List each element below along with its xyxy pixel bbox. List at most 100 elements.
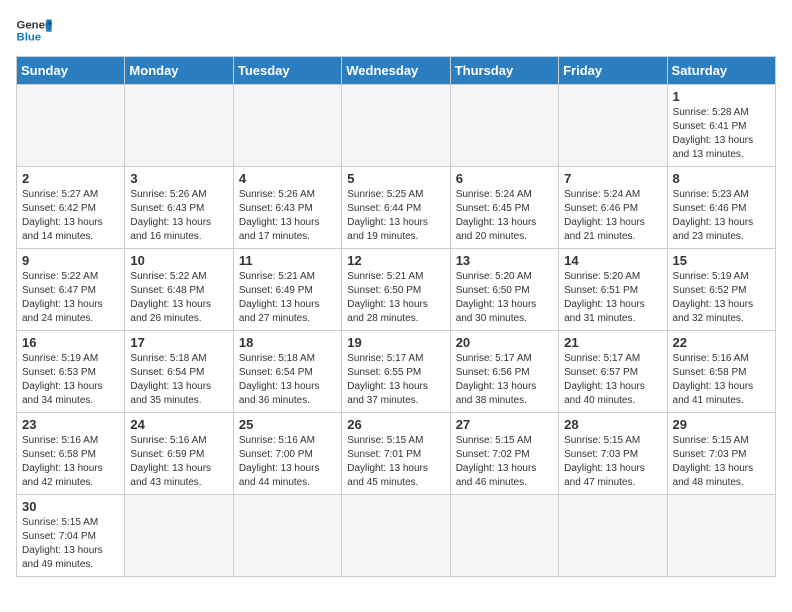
day-info: Sunrise: 5:15 AM Sunset: 7:01 PM Dayligh… [347, 434, 444, 490]
day-info: Sunrise: 5:24 AM Sunset: 6:46 PM Dayligh… [564, 188, 661, 244]
day-number: 26 [347, 417, 444, 432]
calendar-week-row: 2 Sunrise: 5:27 AM Sunset: 6:42 PM Daylig… [17, 167, 776, 249]
calendar-day-cell [125, 495, 233, 577]
day-number: 5 [347, 171, 444, 186]
calendar-day-cell: 21 Sunrise: 5:17 AM Sunset: 6:57 PM Dayli… [559, 331, 667, 413]
day-number: 17 [130, 335, 227, 350]
day-info: Sunrise: 5:26 AM Sunset: 6:43 PM Dayligh… [239, 188, 336, 244]
calendar-day-cell [17, 85, 125, 167]
day-info: Sunrise: 5:15 AM Sunset: 7:03 PM Dayligh… [564, 434, 661, 490]
day-info: Sunrise: 5:20 AM Sunset: 6:50 PM Dayligh… [456, 270, 553, 326]
calendar-day-cell [125, 85, 233, 167]
calendar-day-cell: 18Sunrise: 5:18 AM Sunset: 6:54 PM Dayli… [233, 331, 341, 413]
day-number: 27 [456, 417, 553, 432]
column-header-saturday: Saturday [667, 57, 775, 85]
calendar-day-cell: 8 Sunrise: 5:23 AM Sunset: 6:46 PM Daylig… [667, 167, 775, 249]
calendar-header-row: SundayMondayTuesdayWednesdayThursdayFrid… [17, 57, 776, 85]
day-info: Sunrise: 5:16 AM Sunset: 7:00 PM Dayligh… [239, 434, 336, 490]
calendar-day-cell [559, 495, 667, 577]
column-header-wednesday: Wednesday [342, 57, 450, 85]
column-header-thursday: Thursday [450, 57, 558, 85]
day-number: 3 [130, 171, 227, 186]
day-number: 10 [130, 253, 227, 268]
calendar-day-cell: 19Sunrise: 5:17 AM Sunset: 6:55 PM Dayli… [342, 331, 450, 413]
calendar-day-cell: 1 Sunrise: 5:28 AM Sunset: 6:41 PM Daylig… [667, 85, 775, 167]
day-number: 16 [22, 335, 119, 350]
day-number: 19 [347, 335, 444, 350]
calendar-week-row: 23Sunrise: 5:16 AM Sunset: 6:58 PM Dayli… [17, 413, 776, 495]
calendar-week-row: 30 Sunrise: 5:15 AM Sunset: 7:04 PM Dayli… [17, 495, 776, 577]
calendar-day-cell [342, 495, 450, 577]
day-info: Sunrise: 5:26 AM Sunset: 6:43 PM Dayligh… [130, 188, 227, 244]
calendar-day-cell [559, 85, 667, 167]
day-number: 25 [239, 417, 336, 432]
day-info: Sunrise: 5:20 AM Sunset: 6:51 PM Dayligh… [564, 270, 661, 326]
day-number: 13 [456, 253, 553, 268]
calendar-day-cell: 10 Sunrise: 5:22 AM Sunset: 6:48 PM Dayli… [125, 249, 233, 331]
day-info: Sunrise: 5:17 AM Sunset: 6:56 PM Dayligh… [456, 352, 553, 408]
calendar-day-cell: 7Sunrise: 5:24 AM Sunset: 6:46 PM Daylig… [559, 167, 667, 249]
day-info: Sunrise: 5:22 AM Sunset: 6:48 PM Dayligh… [130, 270, 227, 326]
day-number: 1 [673, 89, 770, 104]
calendar-day-cell: 27 Sunrise: 5:15 AM Sunset: 7:02 PM Dayli… [450, 413, 558, 495]
calendar-day-cell: 3 Sunrise: 5:26 AM Sunset: 6:43 PM Daylig… [125, 167, 233, 249]
calendar-day-cell [342, 85, 450, 167]
day-info: Sunrise: 5:25 AM Sunset: 6:44 PM Dayligh… [347, 188, 444, 244]
calendar-day-cell [450, 495, 558, 577]
calendar-week-row: 9Sunrise: 5:22 AM Sunset: 6:47 PM Daylig… [17, 249, 776, 331]
calendar-day-cell: 5 Sunrise: 5:25 AM Sunset: 6:44 PM Daylig… [342, 167, 450, 249]
calendar-week-row: 1 Sunrise: 5:28 AM Sunset: 6:41 PM Daylig… [17, 85, 776, 167]
svg-text:Blue: Blue [17, 32, 42, 44]
day-number: 15 [673, 253, 770, 268]
day-number: 28 [564, 417, 661, 432]
calendar-day-cell: 22 Sunrise: 5:16 AM Sunset: 6:58 PM Dayli… [667, 331, 775, 413]
day-info: Sunrise: 5:17 AM Sunset: 6:57 PM Dayligh… [564, 352, 661, 408]
calendar-day-cell [450, 85, 558, 167]
calendar-day-cell: 17 Sunrise: 5:18 AM Sunset: 6:54 PM Dayli… [125, 331, 233, 413]
day-info: Sunrise: 5:15 AM Sunset: 7:02 PM Dayligh… [456, 434, 553, 490]
day-number: 22 [673, 335, 770, 350]
calendar-day-cell: 12 Sunrise: 5:21 AM Sunset: 6:50 PM Dayli… [342, 249, 450, 331]
day-info: Sunrise: 5:21 AM Sunset: 6:49 PM Dayligh… [239, 270, 336, 326]
day-info: Sunrise: 5:21 AM Sunset: 6:50 PM Dayligh… [347, 270, 444, 326]
day-info: Sunrise: 5:19 AM Sunset: 6:52 PM Dayligh… [673, 270, 770, 326]
day-number: 30 [22, 499, 119, 514]
day-info: Sunrise: 5:16 AM Sunset: 6:59 PM Dayligh… [130, 434, 227, 490]
column-header-tuesday: Tuesday [233, 57, 341, 85]
day-number: 24 [130, 417, 227, 432]
day-info: Sunrise: 5:28 AM Sunset: 6:41 PM Dayligh… [673, 106, 770, 162]
day-number: 2 [22, 171, 119, 186]
day-info: Sunrise: 5:15 AM Sunset: 7:03 PM Dayligh… [673, 434, 770, 490]
calendar-day-cell: 25 Sunrise: 5:16 AM Sunset: 7:00 PM Dayli… [233, 413, 341, 495]
column-header-friday: Friday [559, 57, 667, 85]
day-number: 21 [564, 335, 661, 350]
column-header-monday: Monday [125, 57, 233, 85]
calendar-day-cell: 2 Sunrise: 5:27 AM Sunset: 6:42 PM Daylig… [17, 167, 125, 249]
calendar-day-cell: 16Sunrise: 5:19 AM Sunset: 6:53 PM Dayli… [17, 331, 125, 413]
day-info: Sunrise: 5:18 AM Sunset: 6:54 PM Dayligh… [130, 352, 227, 408]
day-number: 14 [564, 253, 661, 268]
calendar-day-cell: 13 Sunrise: 5:20 AM Sunset: 6:50 PM Dayli… [450, 249, 558, 331]
calendar-day-cell: 20Sunrise: 5:17 AM Sunset: 6:56 PM Dayli… [450, 331, 558, 413]
day-number: 8 [673, 171, 770, 186]
day-info: Sunrise: 5:16 AM Sunset: 6:58 PM Dayligh… [22, 434, 119, 490]
calendar-day-cell: 23Sunrise: 5:16 AM Sunset: 6:58 PM Dayli… [17, 413, 125, 495]
day-info: Sunrise: 5:16 AM Sunset: 6:58 PM Dayligh… [673, 352, 770, 408]
calendar-day-cell: 28 Sunrise: 5:15 AM Sunset: 7:03 PM Dayli… [559, 413, 667, 495]
calendar-day-cell: 4Sunrise: 5:26 AM Sunset: 6:43 PM Daylig… [233, 167, 341, 249]
calendar-day-cell: 11Sunrise: 5:21 AM Sunset: 6:49 PM Dayli… [233, 249, 341, 331]
day-info: Sunrise: 5:27 AM Sunset: 6:42 PM Dayligh… [22, 188, 119, 244]
day-info: Sunrise: 5:15 AM Sunset: 7:04 PM Dayligh… [22, 516, 119, 572]
calendar-day-cell [233, 85, 341, 167]
column-header-sunday: Sunday [17, 57, 125, 85]
day-info: Sunrise: 5:23 AM Sunset: 6:46 PM Dayligh… [673, 188, 770, 244]
day-number: 29 [673, 417, 770, 432]
day-number: 12 [347, 253, 444, 268]
calendar-day-cell: 9Sunrise: 5:22 AM Sunset: 6:47 PM Daylig… [17, 249, 125, 331]
day-number: 9 [22, 253, 119, 268]
calendar-day-cell: 14 Sunrise: 5:20 AM Sunset: 6:51 PM Dayli… [559, 249, 667, 331]
day-number: 18 [239, 335, 336, 350]
calendar-table: SundayMondayTuesdayWednesdayThursdayFrid… [16, 56, 776, 577]
calendar-week-row: 16Sunrise: 5:19 AM Sunset: 6:53 PM Dayli… [17, 331, 776, 413]
calendar-day-cell: 29 Sunrise: 5:15 AM Sunset: 7:03 PM Dayli… [667, 413, 775, 495]
